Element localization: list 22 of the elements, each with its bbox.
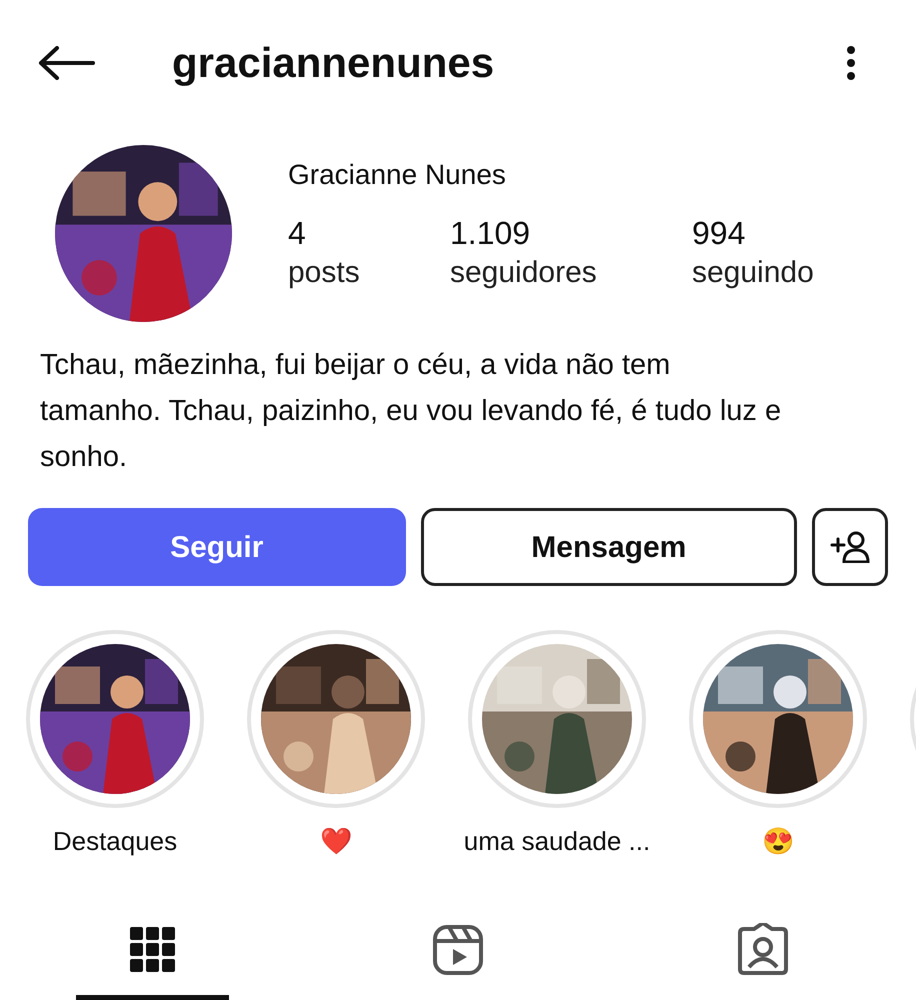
highlight-label: uma saudade ... [464,825,650,858]
back-arrow-icon[interactable] [38,46,96,80]
stat-count: 4 [288,214,306,253]
message-button[interactable]: Mensagem [420,508,798,586]
highlight-label: ❤ [320,825,352,858]
reels-icon [430,923,485,977]
bio-text: Tchau, mãezinha, fui beijar o céu, a vida não tem tamanho. Tchau, paizinho, eu vou levando fé, é tudo luz e sonho. [40,348,782,475]
profile-name: Gracianne Nunes [288,158,507,192]
highlight-label: Destaques [52,825,178,858]
follow-button[interactable]: Seguir [28,508,406,586]
add-person-icon [830,531,870,563]
username-title: graciannenunes [172,38,494,88]
stat-label: posts [288,255,360,291]
more-options-icon[interactable] [846,44,856,80]
stat-count: 994 [692,214,746,253]
stat-count: 1.109 [450,214,530,253]
add-person-button[interactable] [812,508,888,586]
tagged-person-icon [736,923,790,977]
stat-label: seguidores [450,255,597,291]
grid-icon [130,927,176,973]
highlight-label: 😍 [762,825,794,858]
stat-label: seguindo [692,255,814,291]
